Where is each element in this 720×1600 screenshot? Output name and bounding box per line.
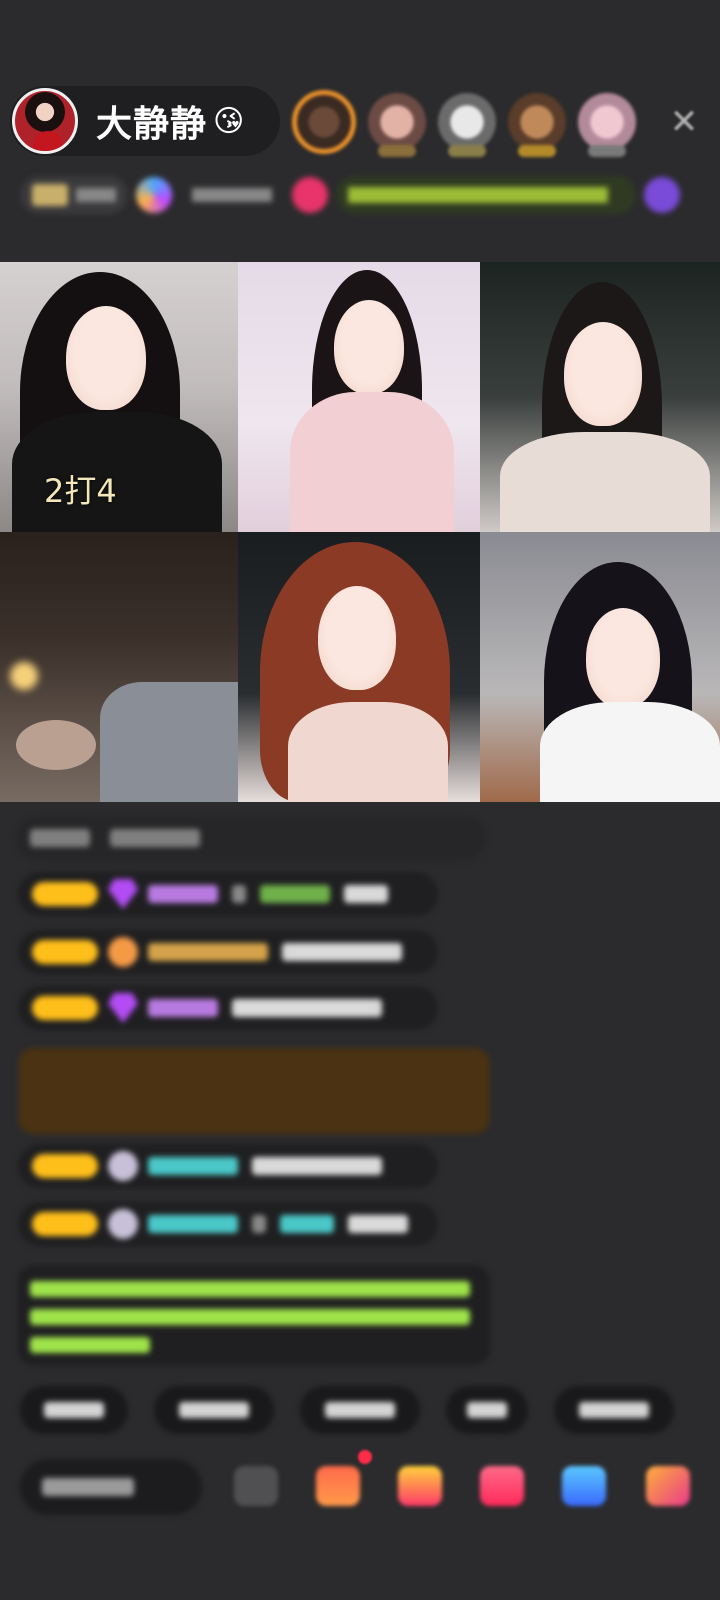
pk-icon[interactable] <box>292 177 328 213</box>
viewer-avatar[interactable] <box>578 93 636 157</box>
bottom-action-bar <box>20 1458 710 1516</box>
fan-club-icon[interactable] <box>136 177 172 213</box>
viewer-avatar[interactable] <box>368 93 426 157</box>
welcome-notice <box>18 1265 490 1365</box>
room-info-bar[interactable] <box>20 172 700 218</box>
host-name: 大静静 <box>96 104 208 145</box>
multi-guest-video-grid: 2打4 <box>0 262 720 802</box>
chat-message[interactable] <box>16 816 486 860</box>
quick-reply-bar <box>20 1386 700 1434</box>
viewer-avatar[interactable] <box>438 93 496 157</box>
host-info-pill[interactable]: 大静静 😘 <box>10 86 280 156</box>
video-tile[interactable] <box>480 532 720 802</box>
top-viewers-list[interactable] <box>292 86 648 158</box>
quick-reply-chip[interactable] <box>154 1386 274 1434</box>
chat-message[interactable] <box>18 1144 438 1188</box>
quick-reply-chip[interactable] <box>20 1386 128 1434</box>
more-grid-icon[interactable] <box>646 1466 690 1506</box>
video-tile[interactable]: 2打4 <box>0 262 238 532</box>
video-tile[interactable] <box>480 262 720 532</box>
chat-message[interactable] <box>18 930 438 974</box>
chat-message[interactable] <box>18 1202 438 1246</box>
tile-label: 2打4 <box>44 472 117 510</box>
comment-input[interactable] <box>20 1459 202 1515</box>
gift-icon[interactable] <box>398 1466 442 1506</box>
viewer-avatar[interactable] <box>292 90 356 154</box>
viewer-avatar[interactable] <box>508 93 566 157</box>
chat-message[interactable] <box>18 986 438 1030</box>
quick-reply-chip[interactable] <box>300 1386 420 1434</box>
video-tile[interactable] <box>238 532 480 802</box>
quick-reply-chip[interactable] <box>446 1386 528 1434</box>
activity-icon[interactable] <box>644 177 680 213</box>
rank-pill[interactable] <box>20 176 128 214</box>
host-emoji: 😘 <box>213 103 245 139</box>
stats-pill <box>180 176 284 214</box>
gift-box-icon[interactable] <box>316 1466 360 1506</box>
quick-reply-chip[interactable] <box>554 1386 674 1434</box>
notification-dot <box>358 1450 372 1464</box>
system-announcement[interactable] <box>18 1048 490 1134</box>
video-tile[interactable] <box>0 532 238 802</box>
emoji-icon[interactable] <box>234 1466 278 1506</box>
activity-pill[interactable] <box>336 176 636 214</box>
video-tile[interactable] <box>238 262 480 532</box>
host-avatar[interactable] <box>12 88 78 154</box>
close-icon[interactable]: ✕ <box>664 102 704 142</box>
heart-icon[interactable] <box>480 1466 524 1506</box>
chat-message[interactable] <box>18 872 438 916</box>
game-controller-icon[interactable] <box>562 1466 606 1506</box>
